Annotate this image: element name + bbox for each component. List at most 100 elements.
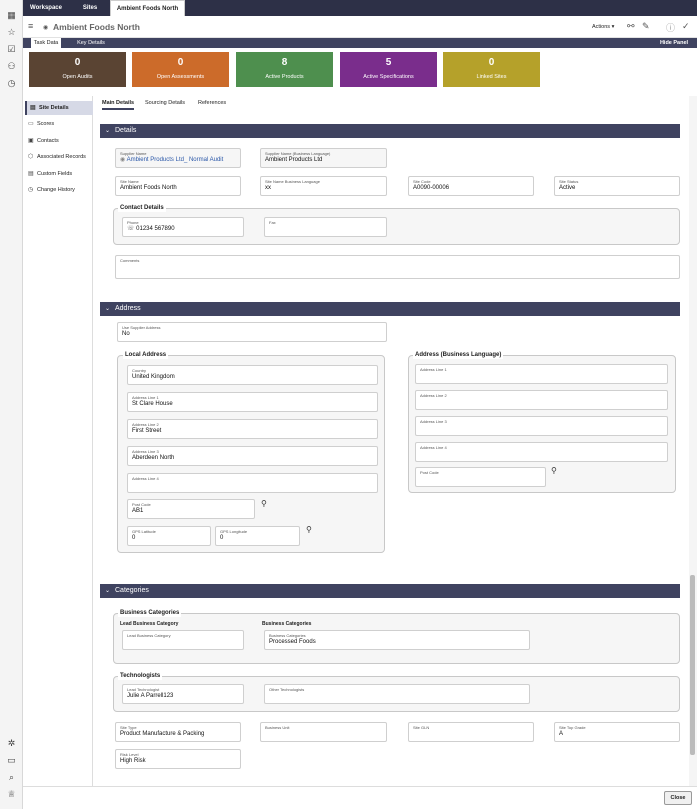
field-label: Address Line 3	[420, 419, 447, 424]
use-supplier-address-field[interactable]: Use Supplier Address No	[117, 322, 387, 342]
field-value: Ambient Products Ltd	[265, 157, 323, 163]
user-icon[interactable]: ⚇	[5, 60, 18, 73]
scores-icon: ▭	[28, 121, 34, 127]
field-value: A0090-00006	[413, 185, 450, 191]
tab-sourcing-details[interactable]: Sourcing Details	[145, 100, 185, 110]
page-header: ≡ ◉ Ambient Foods North Actions ▾ ⚯ ✎ ⓘ …	[23, 16, 697, 38]
site-gln-field[interactable]: Site GLN	[408, 722, 534, 742]
supplier-name-field[interactable]: Supplier Name ◉ Ambient Products Ltd_ Nor…	[115, 148, 241, 168]
nav-scores[interactable]: ▭ Scores	[25, 117, 93, 131]
lead-business-category-field[interactable]: Lead Business Category	[122, 630, 244, 650]
hide-panel-button[interactable]: Hide Panel	[658, 38, 690, 48]
risk-level-field[interactable]: Risk Level High Risk	[115, 749, 241, 769]
site-details-icon: ▤	[30, 105, 36, 111]
history-icon[interactable]: ◷	[5, 77, 18, 90]
section-address-header[interactable]: ⌄ Address	[100, 302, 680, 316]
business-unit-field[interactable]: Business Unit	[260, 722, 387, 742]
custom-fields-icon: ▤	[28, 171, 34, 177]
tile-value: 5	[385, 57, 392, 68]
phone-icon: ☏	[127, 226, 137, 232]
search-icon[interactable]: ⌕	[5, 771, 18, 784]
left-rail: ▦ ☆ ☑ ⚇ ◷ ✲ ▭ ⌕ ♕	[0, 0, 23, 809]
tile-label: Active Specifications	[363, 74, 414, 80]
site-type-field[interactable]: Site Type Product Manufacture & Packing	[115, 722, 241, 742]
gps-latitude-field[interactable]: GPS Latitude 0	[127, 526, 211, 546]
fax-field[interactable]: Fax	[264, 217, 387, 237]
address-line-4-field[interactable]: Address Line 4	[127, 473, 378, 493]
bl-address-line-2-field[interactable]: Address Line 2	[415, 390, 668, 410]
tile-active-products[interactable]: 8 Active Products	[236, 52, 333, 87]
tab-references[interactable]: References	[198, 100, 226, 110]
close-button[interactable]: Close	[664, 791, 692, 805]
section-details-header[interactable]: ⌄ Details	[100, 124, 680, 138]
field-label: Address Line 1	[420, 367, 447, 372]
nav-associated-records[interactable]: ⬡ Associated Records	[25, 150, 93, 164]
tab-workspace[interactable]: Workspace	[26, 0, 66, 16]
nav-custom-fields[interactable]: ▤ Custom Fields	[25, 167, 93, 181]
site-top-grade-field[interactable]: Site Top Grade A	[554, 722, 680, 742]
bl-address-line-4-field[interactable]: Address Line 4	[415, 442, 668, 462]
phone-field[interactable]: Phone ☏ 01234 567890	[122, 217, 244, 237]
check-icon[interactable]: ✓	[682, 21, 690, 32]
supplier-name-bl-field[interactable]: Supplier Name (Business Language) Ambient…	[260, 148, 387, 168]
task-icon[interactable]: ☑	[5, 43, 18, 56]
field-value: Ambient Products Ltd_ Normal Audit	[126, 157, 224, 163]
gps-longitude-field[interactable]: GPS Longitude 0	[215, 526, 300, 546]
link-icon[interactable]: ⚯	[627, 21, 635, 32]
map-pin-icon[interactable]: ⚲	[551, 466, 557, 475]
field-value: Processed Foods	[269, 639, 316, 645]
tile-open-assessments[interactable]: 0 Open Assessments	[132, 52, 229, 87]
address-line-3-field[interactable]: Address Line 3 Aberdeen North	[127, 446, 378, 466]
post-code-field[interactable]: Post Code AB1	[127, 499, 255, 519]
tab-main-details[interactable]: Main Details	[102, 100, 135, 110]
nav-contacts[interactable]: ▣ Contacts	[25, 134, 93, 148]
bl-address-line-3-field[interactable]: Address Line 3	[415, 416, 668, 436]
actions-button[interactable]: Actions ▾	[592, 24, 614, 30]
site-name-bl-field[interactable]: Site Name Business Language xx	[260, 176, 387, 196]
tile-open-audits[interactable]: 0 Open Audits	[29, 52, 126, 87]
history-icon: ◷	[28, 187, 34, 193]
section-categories-header[interactable]: ⌄ Categories	[100, 584, 680, 598]
scrollbar-thumb[interactable]	[690, 575, 695, 755]
field-label: Fax	[269, 220, 276, 225]
site-name-field[interactable]: Site Name Ambient Foods North	[115, 176, 241, 196]
tile-active-specifications[interactable]: 5 Active Specifications	[340, 52, 437, 87]
trophy-icon[interactable]: ♕	[5, 788, 18, 801]
bl-address-line-1-field[interactable]: Address Line 1	[415, 364, 668, 384]
nav-site-details[interactable]: ▤ Site Details	[25, 101, 93, 115]
tile-linked-sites[interactable]: 0 Linked Sites	[443, 52, 540, 87]
address-line-1-field[interactable]: Address Line 1 St Clare House	[127, 392, 378, 412]
lead-technologist-field[interactable]: Lead Technologist Julie A Parrell123	[122, 684, 244, 704]
bl-post-code-field[interactable]: Post Code	[415, 467, 546, 487]
menu-icon[interactable]: ≡	[28, 21, 33, 31]
site-code-field[interactable]: Site Code A0090-00006	[408, 176, 534, 196]
field-label: Address Line 4	[420, 445, 447, 450]
tab-ambient-foods-north[interactable]: Ambient Foods North	[110, 0, 185, 16]
field-label: Business Unit	[265, 725, 290, 730]
country-field[interactable]: Country United Kingdom	[127, 365, 378, 385]
bug-icon[interactable]: ✲	[5, 737, 18, 750]
site-status-field[interactable]: Site Status Active	[554, 176, 680, 196]
map-pin-icon[interactable]: ⚲	[306, 525, 312, 534]
chat-icon[interactable]: ▭	[5, 754, 18, 767]
field-label: Site GLN	[413, 725, 430, 730]
comments-field[interactable]: Comments	[115, 255, 680, 279]
info-icon[interactable]: ⓘ	[666, 21, 675, 34]
dashboard-icon[interactable]: ▦	[5, 9, 18, 22]
edit-icon[interactable]: ✎	[642, 21, 650, 32]
other-technologists-field[interactable]: Other Technologists	[264, 684, 530, 704]
nav-change-history[interactable]: ◷ Change History	[25, 183, 93, 197]
supplier-name-link[interactable]: ◉ Ambient Products Ltd_ Normal Audit	[120, 156, 236, 165]
tab-key-details[interactable]: Key Details	[73, 38, 109, 48]
business-categories-field[interactable]: Business Categories Processed Foods	[264, 630, 530, 650]
star-icon[interactable]: ☆	[5, 26, 18, 39]
field-value: A	[559, 731, 564, 737]
group-title: Address (Business Language)	[413, 351, 504, 359]
tab-task-data[interactable]: Task Data	[31, 38, 61, 48]
panel-tab-bar: Task Data Key Details Hide Panel	[23, 38, 697, 48]
section-title: Address	[115, 305, 141, 312]
map-pin-icon[interactable]: ⚲	[261, 499, 267, 508]
tile-value: 0	[177, 57, 184, 68]
tab-sites[interactable]: Sites	[75, 0, 105, 16]
address-line-2-field[interactable]: Address Line 2 First Street	[127, 419, 378, 439]
